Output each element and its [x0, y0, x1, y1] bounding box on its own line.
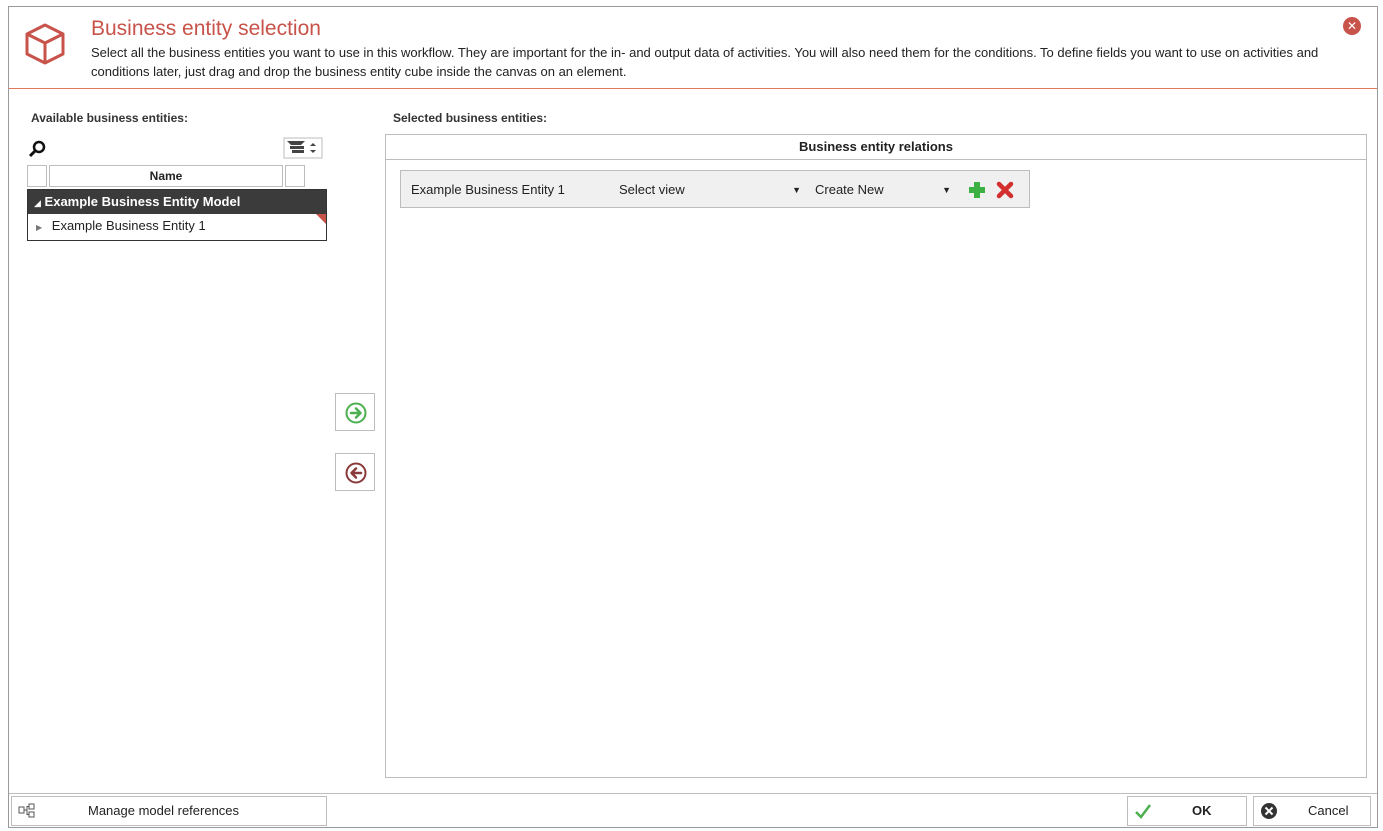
filter-cell[interactable] — [285, 165, 305, 187]
search-icon[interactable] — [27, 139, 47, 159]
business-entity-dialog: Business entity selection Select all the… — [8, 6, 1378, 828]
selected-label: Selected business entities: — [393, 111, 548, 125]
tree-group-business-entity-model[interactable]: ◢ Example Business Entity Model — [28, 190, 326, 214]
select-view-dropdown[interactable]: Select view ▼ — [619, 177, 805, 203]
select-view-value: Select view — [619, 182, 685, 197]
chevron-down-icon: ▼ — [792, 185, 801, 195]
add-to-selection-button[interactable] — [335, 393, 375, 431]
cancel-button[interactable]: Cancel — [1253, 796, 1371, 826]
tree-group-label: Example Business Entity Model — [44, 194, 241, 209]
plus-icon[interactable] — [967, 180, 987, 200]
tree-item-label: Example Business Entity 1 — [51, 218, 206, 233]
chevron-down-icon: ▼ — [942, 185, 951, 195]
available-entities-tree: ◢ Example Business Entity Model ▶ Exampl… — [27, 189, 327, 241]
ok-label: OK — [1192, 803, 1212, 818]
dialog-footer: Manage model references OK Cancel — [9, 793, 1377, 827]
manage-model-references-label: Manage model references — [88, 803, 240, 818]
collapse-triangle-icon[interactable]: ◢ — [34, 198, 41, 208]
model-references-icon — [18, 803, 35, 818]
dialog-description: Select all the business entities you wan… — [91, 45, 1319, 79]
delete-icon[interactable] — [995, 180, 1015, 200]
name-column-header[interactable]: Name — [49, 165, 283, 187]
close-icon[interactable]: ✕ — [1343, 17, 1361, 35]
ok-button[interactable]: OK — [1127, 796, 1247, 826]
available-grid-header: Name — [27, 165, 327, 187]
arrow-right-icon — [345, 402, 367, 424]
manage-model-references-button[interactable]: Manage model references — [11, 796, 327, 826]
arrow-left-icon — [345, 462, 367, 484]
tree-item-entity[interactable]: ▶ Example Business Entity 1 — [28, 214, 326, 238]
selected-marker-icon — [316, 214, 326, 224]
select-all-cell[interactable] — [27, 165, 47, 187]
column-chooser-icon[interactable] — [283, 137, 323, 159]
relation-type-dropdown[interactable]: Create New ▼ — [815, 177, 955, 203]
relations-header: Business entity relations — [386, 135, 1366, 160]
remove-from-selection-button[interactable] — [335, 453, 375, 491]
dialog-header: Business entity selection Select all the… — [9, 7, 1377, 89]
relation-row: Example Business Entity 1 Select view ▼ … — [400, 170, 1030, 208]
cube-icon — [25, 23, 65, 65]
selected-entities-panel: Business entity relations Example Busine… — [385, 134, 1367, 778]
cancel-icon — [1261, 803, 1277, 819]
relation-entity-name: Example Business Entity 1 — [411, 182, 565, 197]
expand-triangle-icon[interactable]: ▶ — [36, 223, 42, 232]
cancel-label: Cancel — [1308, 803, 1349, 818]
dialog-title: Business entity selection — [91, 17, 321, 40]
checkmark-icon — [1135, 804, 1151, 819]
relation-type-value: Create New — [815, 182, 884, 197]
available-label: Available business entities: — [31, 111, 188, 125]
